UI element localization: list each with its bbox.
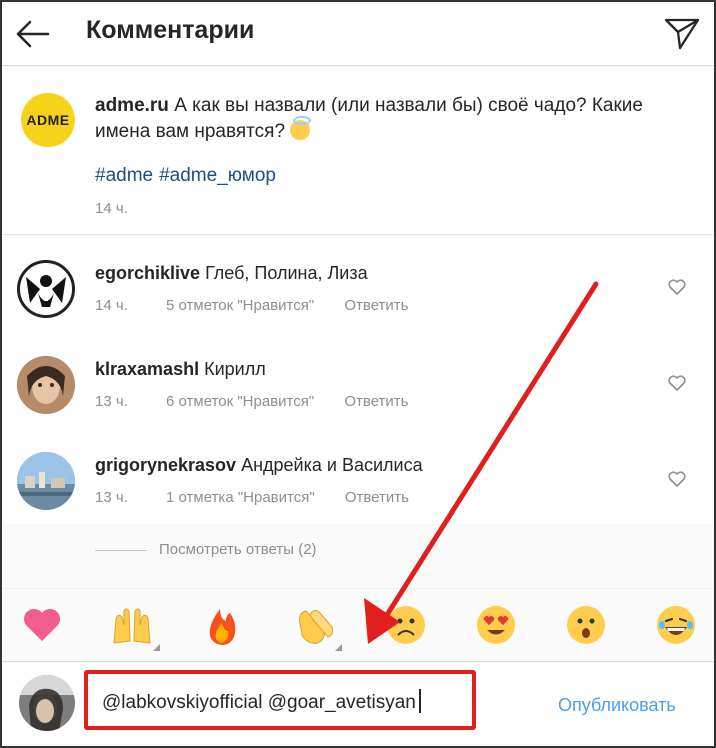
comment-item: egorchiklive Глеб, Полина, Лиза 14 ч. 5 … (2, 236, 714, 332)
reply-button[interactable]: Ответить (344, 393, 408, 410)
comment-username[interactable]: egorchiklive (95, 263, 200, 283)
egorchik-avatar-icon (22, 265, 70, 313)
comment-body: Андрейка и Василиса (241, 455, 423, 475)
comment-time: 13 ч. (95, 489, 128, 506)
comment-body: Кирилл (204, 359, 266, 379)
clapping-hands-icon[interactable] (292, 603, 342, 651)
comment-likes[interactable]: 5 отметок "Нравится" (166, 297, 314, 314)
surprised-face-icon[interactable] (564, 603, 608, 647)
top-bar: Комментарии (2, 2, 714, 66)
caption-body: А как вы назвали (или назвали бы) своё ч… (95, 95, 643, 142)
comment-meta: 14 ч. 5 отметок "Нравится" Ответить (95, 297, 434, 314)
comment-time: 14 ч. (95, 297, 128, 314)
view-replies-link[interactable]: Посмотреть ответы (2) (159, 541, 317, 558)
post-caption: ADME adme.ru А как вы назвали (или назва… (2, 67, 714, 235)
hashtags: #adme #adme_юмор (95, 165, 282, 187)
comment-username[interactable]: klraxamashl (95, 359, 199, 379)
paper-plane-icon[interactable] (662, 12, 702, 52)
reply-button[interactable]: Ответить (345, 489, 409, 506)
divider (95, 550, 147, 551)
sad-face-icon[interactable] (384, 603, 428, 647)
text-caret (418, 689, 421, 713)
comment-meta: 13 ч. 1 отметка "Нравится" Ответить (95, 489, 435, 506)
angel-face-icon (290, 116, 312, 140)
caption-text: adme.ru А как вы назвали (или назвали бы… (95, 93, 695, 145)
hashtag-adme[interactable]: #adme (95, 165, 153, 186)
comment-username[interactable]: grigorynekrasov (95, 455, 236, 475)
caption-username[interactable]: adme.ru (95, 95, 169, 116)
avatar[interactable] (17, 452, 75, 510)
fire-icon[interactable] (200, 603, 244, 647)
avatar (19, 675, 75, 731)
raised-hands-icon[interactable] (110, 603, 160, 651)
screen-frame: Комментарии ADME adme.ru А как вы назвал… (0, 0, 716, 748)
avatar[interactable] (17, 356, 75, 414)
heart-outline-icon[interactable] (667, 470, 687, 488)
comment-text: grigorynekrasov Андрейка и Василиса (95, 455, 423, 476)
caption-time: 14 ч. (95, 200, 128, 217)
emoji-quick-bar (2, 588, 714, 662)
arrow-left-icon[interactable] (12, 14, 52, 54)
hashtag-adme-humor[interactable]: #adme_юмор (159, 165, 276, 186)
comment-likes[interactable]: 1 отметка "Нравится" (166, 489, 315, 506)
heart-outline-icon[interactable] (667, 374, 687, 392)
heart-icon[interactable] (20, 603, 64, 647)
heart-outline-icon[interactable] (667, 278, 687, 296)
heart-eyes-icon[interactable] (474, 603, 518, 647)
publish-button[interactable]: Опубликовать (558, 695, 676, 716)
comment-item: grigorynekrasov Андрейка и Василиса 13 ч… (2, 428, 714, 524)
comment-text: klraxamashl Кирилл (95, 359, 266, 380)
comment-composer: @labkovskiyofficial @goar_avetisyan Опуб… (2, 663, 714, 746)
avatar[interactable] (17, 260, 75, 318)
adme-avatar[interactable]: ADME (21, 93, 75, 147)
comment-input-value: @labkovskiyofficial @goar_avetisyan (102, 692, 416, 713)
view-replies[interactable]: Посмотреть ответы (2) (95, 537, 595, 563)
page-title: Комментарии (86, 16, 255, 44)
comment-item: klraxamashl Кирилл 13 ч. 6 отметок "Нрав… (2, 332, 714, 428)
person-photo-icon (17, 356, 75, 414)
landscape-photo-icon (17, 452, 75, 510)
logo-text: ADME (26, 112, 70, 128)
laughing-face-icon[interactable] (654, 603, 698, 647)
comment-text: egorchiklive Глеб, Полина, Лиза (95, 263, 368, 284)
comment-input[interactable]: @labkovskiyofficial @goar_avetisyan (102, 689, 462, 719)
reply-button[interactable]: Ответить (344, 297, 408, 314)
user-photo-icon (19, 675, 75, 731)
comment-likes[interactable]: 6 отметок "Нравится" (166, 393, 314, 410)
comment-body: Глеб, Полина, Лиза (205, 263, 368, 283)
comment-meta: 13 ч. 6 отметок "Нравится" Ответить (95, 393, 434, 410)
comment-time: 13 ч. (95, 393, 128, 410)
